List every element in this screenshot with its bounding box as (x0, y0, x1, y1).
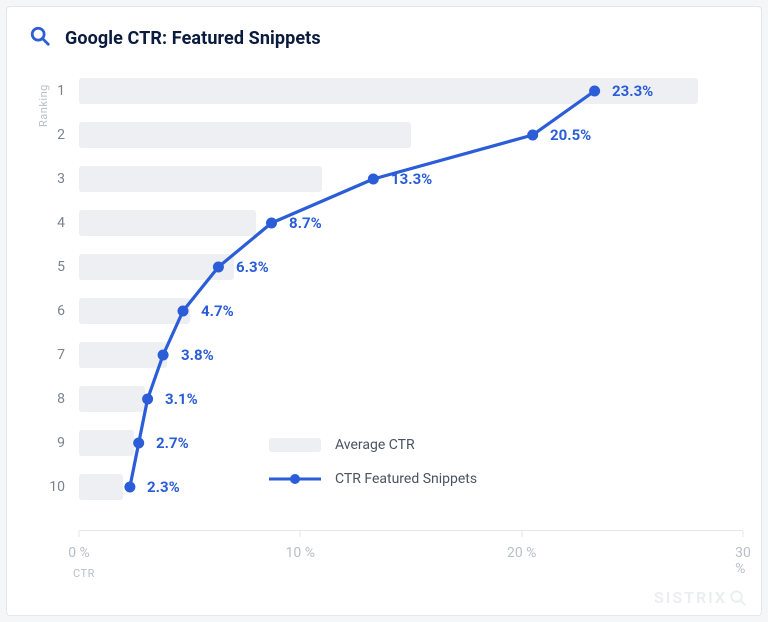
y-tick: 2 (57, 127, 65, 143)
x-tick: 10 % (286, 545, 315, 561)
data-label: 2.7% (156, 434, 189, 452)
legend-ctr-featured: CTR Featured Snippets (269, 471, 477, 487)
y-tick: 6 (57, 303, 65, 319)
data-label: 23.3% (612, 82, 653, 100)
data-label: 13.3% (391, 170, 432, 188)
data-label: 20.5% (550, 126, 591, 144)
y-tick: 3 (57, 171, 65, 187)
data-label: 3.1% (165, 390, 198, 408)
legend-label: Average CTR (335, 437, 415, 453)
search-icon (29, 25, 51, 51)
y-tick: 4 (57, 215, 65, 231)
x-tick: 20 % (507, 545, 536, 561)
x-tick: 0 % (68, 545, 90, 561)
plot-area: Ranking 1 2 3 4 5 6 7 8 9 10 (79, 71, 743, 531)
data-label: 2.3% (147, 478, 180, 496)
x-axis: 0 % 10 % 20 % 30 % (79, 530, 743, 531)
y-tick: 10 (49, 479, 65, 495)
y-tick: 9 (57, 435, 65, 451)
chart-title: Google CTR: Featured Snippets (65, 28, 321, 49)
x-axis-label: CTR (73, 567, 95, 580)
data-label: 4.7% (201, 302, 234, 320)
legend-average-ctr: Average CTR (269, 437, 415, 453)
x-tick: 30 % (735, 545, 751, 577)
watermark: SISTRIX (654, 588, 747, 607)
data-label: 8.7% (289, 214, 322, 232)
legend-swatch-line (269, 472, 321, 486)
y-tick: 8 (57, 391, 65, 407)
legend-label: CTR Featured Snippets (335, 471, 477, 487)
y-tick: 5 (57, 259, 65, 275)
y-axis-label: Ranking (37, 84, 50, 127)
data-label: 3.8% (181, 346, 214, 364)
line-series (79, 71, 743, 531)
data-label: 6.3% (236, 258, 269, 276)
chart-card: Google CTR: Featured Snippets Ranking 1 … (6, 6, 762, 616)
search-icon (729, 589, 747, 607)
y-tick: 1 (57, 83, 65, 99)
legend-swatch-bar (269, 438, 321, 452)
y-tick: 7 (57, 347, 65, 363)
watermark-text: SISTRIX (654, 588, 727, 607)
card-header: Google CTR: Featured Snippets (7, 7, 761, 65)
